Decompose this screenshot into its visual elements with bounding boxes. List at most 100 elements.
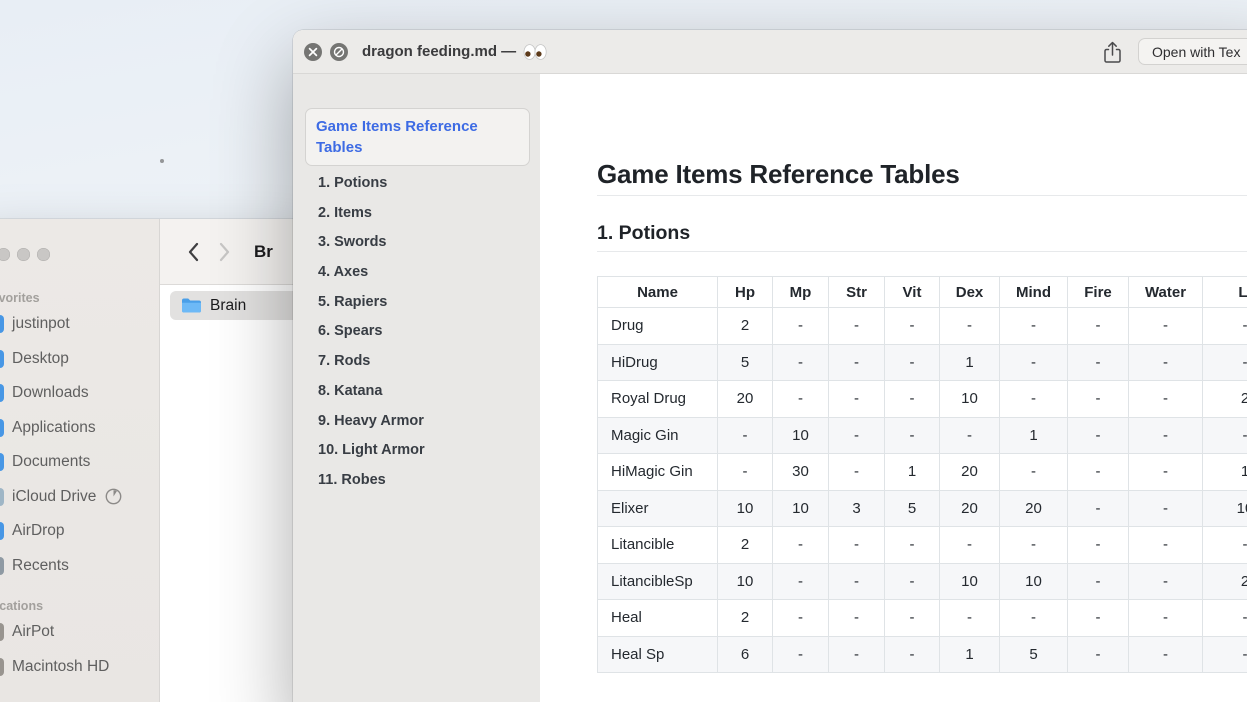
sidebar-item-label: Applications bbox=[12, 419, 96, 437]
table-cell: - bbox=[829, 381, 885, 418]
table-cell: - bbox=[1000, 308, 1068, 345]
sidebar-item-label: AirPot bbox=[12, 623, 54, 641]
toc-item[interactable]: 7. Rods bbox=[318, 347, 540, 377]
table-row: Litancible2-------- bbox=[598, 527, 1247, 564]
sidebar-item-macintosh-hd[interactable]: Macintosh HD bbox=[0, 650, 159, 685]
table-cell: 6 bbox=[718, 636, 773, 673]
table-cell: - bbox=[885, 563, 940, 600]
forward-button[interactable] bbox=[218, 242, 232, 262]
toc-item[interactable]: 11. Robes bbox=[318, 466, 540, 496]
table-cell: 10 bbox=[773, 417, 829, 454]
table-cell: - bbox=[1203, 308, 1247, 345]
home-icon bbox=[0, 315, 4, 333]
table-row: Heal2-------- bbox=[598, 600, 1247, 637]
chevron-left-icon bbox=[187, 242, 199, 262]
sidebar-item-downloads[interactable]: Downloads bbox=[0, 376, 159, 411]
table-cell: 20 bbox=[1000, 490, 1068, 527]
table-cell: 5 bbox=[885, 490, 940, 527]
toc-item[interactable]: 10. Light Armor bbox=[318, 436, 540, 466]
zoom-window-button[interactable] bbox=[37, 248, 50, 261]
table-cell: - bbox=[773, 344, 829, 381]
table-cell: HiMagic Gin bbox=[598, 454, 718, 491]
sidebar-item-justinpot[interactable]: justinpot bbox=[0, 307, 159, 342]
table-row: Heal Sp6---15--- bbox=[598, 636, 1247, 673]
table-cell: - bbox=[1000, 454, 1068, 491]
table-header-cell: Hp bbox=[718, 277, 773, 308]
table-cell: 3 bbox=[829, 490, 885, 527]
table-cell: 2 bbox=[718, 308, 773, 345]
sidebar-item-desktop[interactable]: Desktop bbox=[0, 342, 159, 377]
table-cell: 1 bbox=[1000, 417, 1068, 454]
table-row: LitancibleSp10---1010--2 bbox=[598, 563, 1247, 600]
table-cell: - bbox=[1000, 527, 1068, 564]
table-cell: - bbox=[718, 417, 773, 454]
table-cell: - bbox=[1129, 563, 1203, 600]
eyes-emoji-icon bbox=[523, 44, 547, 60]
table-cell: - bbox=[718, 454, 773, 491]
finder-file-list: Brain bbox=[161, 286, 315, 702]
toc-item[interactable]: 5. Rapiers bbox=[318, 288, 540, 318]
minimize-window-button[interactable] bbox=[17, 248, 30, 261]
table-cell: - bbox=[773, 636, 829, 673]
table-cell: - bbox=[1068, 636, 1129, 673]
file-row-brain[interactable]: Brain bbox=[170, 291, 310, 320]
sidebar-section-favorites: Favorites bbox=[0, 291, 159, 305]
downloads-icon bbox=[0, 384, 4, 402]
document-heading: Game Items Reference Tables bbox=[597, 159, 1247, 196]
table-cell: Heal bbox=[598, 600, 718, 637]
sidebar-item-airpot[interactable]: AirPot bbox=[0, 615, 159, 650]
block-button[interactable] bbox=[330, 43, 348, 61]
toc-item[interactable]: 6. Spears bbox=[318, 317, 540, 347]
sidebar-item-documents[interactable]: Documents bbox=[0, 445, 159, 480]
table-cell: Royal Drug bbox=[598, 381, 718, 418]
quicklook-titlebar: dragon feeding.md — Open with Tex bbox=[293, 30, 1247, 74]
sidebar-item-icloud-drive[interactable]: iCloud Drive bbox=[0, 480, 159, 515]
desktop-speck bbox=[160, 159, 164, 163]
table-cell: 2 bbox=[718, 527, 773, 564]
table-cell: 10 bbox=[1000, 563, 1068, 600]
toc-item[interactable]: 2. Items bbox=[318, 199, 540, 229]
toc-item[interactable]: 8. Katana bbox=[318, 377, 540, 407]
toc-item-selected[interactable]: Game Items Reference Tables bbox=[305, 108, 530, 166]
table-cell: 2 bbox=[1203, 563, 1247, 600]
close-button[interactable] bbox=[304, 43, 322, 61]
table-cell: - bbox=[773, 381, 829, 418]
open-with-button[interactable]: Open with Tex bbox=[1138, 38, 1247, 65]
toc-sidebar: Game Items Reference Tables 1. Potions2.… bbox=[293, 74, 540, 702]
table-cell: - bbox=[1129, 600, 1203, 637]
table-cell: - bbox=[1068, 527, 1129, 564]
sidebar-item-label: Recents bbox=[12, 557, 69, 575]
sidebar-item-applications[interactable]: Applications bbox=[0, 411, 159, 446]
table-cell: - bbox=[1000, 600, 1068, 637]
toc-item[interactable]: 9. Heavy Armor bbox=[318, 407, 540, 437]
prohibited-icon bbox=[333, 46, 345, 58]
potions-table: NameHpMpStrVitDexMindFireWaterLi Drug2--… bbox=[597, 276, 1247, 673]
table-cell: 10 bbox=[718, 563, 773, 600]
table-cell: - bbox=[1129, 636, 1203, 673]
table-cell: - bbox=[1203, 527, 1247, 564]
share-button[interactable] bbox=[1103, 41, 1122, 69]
sidebar-item-recents[interactable]: Recents bbox=[0, 549, 159, 584]
sidebar-item-airdrop[interactable]: AirDrop bbox=[0, 514, 159, 549]
table-cell: - bbox=[1129, 381, 1203, 418]
table-header-cell: Mp bbox=[773, 277, 829, 308]
toc-item[interactable]: 4. Axes bbox=[318, 258, 540, 288]
chevron-right-icon bbox=[219, 242, 231, 262]
toc-item[interactable]: 3. Swords bbox=[318, 228, 540, 258]
table-cell: Magic Gin bbox=[598, 417, 718, 454]
close-window-button[interactable] bbox=[0, 248, 10, 261]
table-cell: Heal Sp bbox=[598, 636, 718, 673]
table-cell: - bbox=[885, 600, 940, 637]
table-cell: 2 bbox=[718, 600, 773, 637]
table-cell: - bbox=[829, 417, 885, 454]
toc-item[interactable]: 1. Potions bbox=[318, 169, 540, 199]
table-header-cell: Li bbox=[1203, 277, 1247, 308]
table-cell: - bbox=[773, 308, 829, 345]
table-cell: - bbox=[1129, 454, 1203, 491]
table-cell: 30 bbox=[773, 454, 829, 491]
disk-icon bbox=[0, 658, 4, 676]
back-button[interactable] bbox=[186, 242, 200, 262]
sidebar-item-label: Desktop bbox=[12, 350, 69, 368]
sidebar-item-label: AirDrop bbox=[12, 522, 65, 540]
table-cell: - bbox=[1068, 417, 1129, 454]
